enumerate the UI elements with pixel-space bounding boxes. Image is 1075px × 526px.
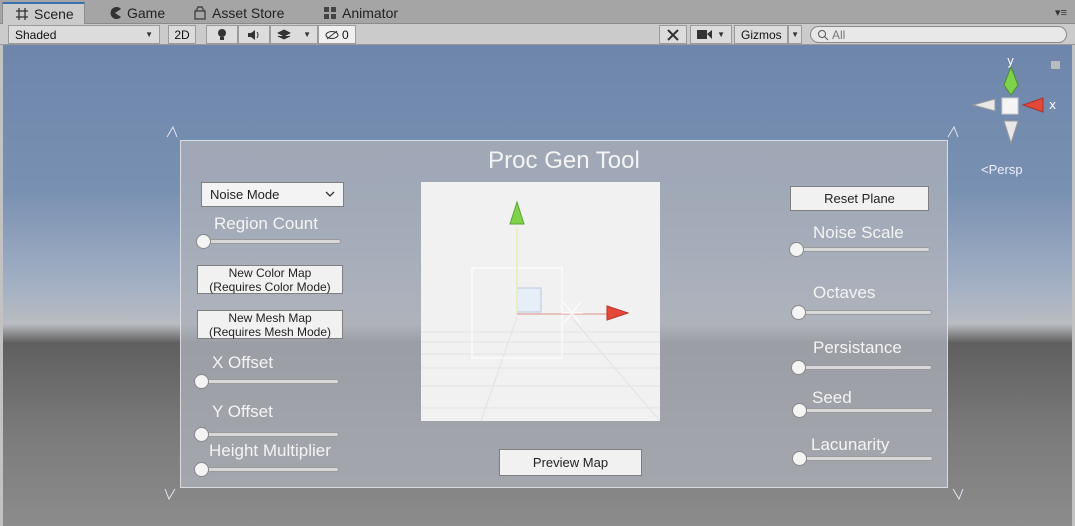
window-tab-bar: Scene Game Asset Store Animator ▾≡ (0, 0, 1075, 24)
tab-animator[interactable]: Animator (311, 2, 408, 24)
tab-animator-label: Animator (342, 5, 399, 21)
hidden-count: 0 (342, 27, 349, 42)
scene-viewport[interactable]: Proc Gen Tool Noise Mode Region Count Ne… (3, 45, 1072, 526)
rect-handle-top-right-icon[interactable] (946, 125, 960, 139)
slider-handle[interactable] (194, 462, 209, 477)
panel-title: Proc Gen Tool (488, 147, 640, 174)
lacunarity-label: Lacunarity (811, 435, 890, 454)
gizmos-dropdown[interactable]: ▼ (788, 25, 802, 44)
store-icon (194, 6, 206, 20)
chevron-left-icon: < (981, 162, 989, 177)
rect-handle-bottom-left-icon[interactable] (163, 487, 177, 501)
search-placeholder: All (832, 27, 846, 42)
slider-handle[interactable] (196, 234, 211, 249)
preview-scene-grid (421, 200, 661, 422)
lacunarity-slider[interactable] (792, 451, 933, 466)
tools-icon (667, 28, 679, 41)
new-mesh-map-button[interactable]: New Mesh Map (Requires Mesh Mode) (197, 310, 343, 339)
chevron-down-icon: ▼ (145, 30, 153, 39)
new-mesh-map-line2: (Requires Mesh Mode) (208, 324, 332, 339)
chevron-down-icon: ▼ (791, 30, 799, 39)
chevron-down-icon: ▼ (303, 30, 311, 39)
audio-toggle-button[interactable] (238, 25, 270, 44)
scene-toolbar: Shaded ▼ 2D ▼ 0 ▼ Gizmos ▼ All (0, 24, 1075, 45)
gizmos-button[interactable]: Gizmos (734, 25, 788, 44)
map-preview-image (421, 182, 661, 422)
region-count-label: Region Count (214, 214, 318, 233)
camera-dropdown[interactable]: ▼ (690, 25, 732, 44)
camera-icon (697, 30, 712, 39)
new-color-map-button[interactable]: New Color Map (Requires Color Mode) (197, 265, 343, 294)
noise-mode-dropdown[interactable]: Noise Mode (201, 182, 344, 207)
region-count-slider[interactable] (196, 234, 341, 249)
eye-slash-icon (325, 30, 339, 39)
chevron-down-icon (325, 191, 335, 197)
seed-slider[interactable] (792, 403, 933, 418)
preview-map-label: Preview Map (532, 454, 609, 470)
tab-scene-label: Scene (34, 6, 74, 22)
tab-scene[interactable]: Scene (2, 2, 85, 24)
persistance-slider[interactable] (791, 360, 932, 375)
grid-icon (16, 8, 28, 20)
tab-game-label: Game (127, 5, 166, 21)
persp-label: Persp (988, 162, 1023, 177)
projection-toggle[interactable]: <Persp (981, 162, 1023, 177)
persistance-label: Persistance (813, 338, 902, 357)
seed-label: Seed (812, 388, 852, 407)
axis-y-label: y (1007, 55, 1014, 68)
noise-scale-label: Noise Scale (813, 223, 904, 242)
y-offset-slider[interactable] (194, 427, 339, 442)
slider-handle[interactable] (791, 360, 806, 375)
noise-mode-label: Noise Mode (210, 187, 280, 202)
lighting-toggle-button[interactable] (206, 25, 238, 44)
tab-asset-store-label: Asset Store (212, 5, 285, 21)
noise-scale-slider[interactable] (789, 242, 930, 257)
rect-handle-bottom-right-icon[interactable] (951, 487, 965, 501)
new-color-map-line2: (Requires Color Mode) (209, 279, 331, 294)
reset-plane-button[interactable]: Reset Plane (790, 186, 929, 211)
search-icon (818, 29, 829, 40)
lightbulb-icon (218, 28, 226, 40)
reset-plane-label: Reset Plane (824, 190, 895, 206)
tab-game[interactable]: Game (96, 2, 175, 24)
tab-options-menu-icon[interactable]: ▾≡ (1055, 6, 1067, 19)
toggle-2d-button[interactable]: 2D (168, 25, 196, 44)
new-mesh-map-line1: New Mesh Map (228, 310, 312, 325)
gizmos-label: Gizmos (741, 27, 782, 42)
hidden-objects-toggle[interactable]: 0 (318, 25, 356, 44)
octaves-label: Octaves (813, 283, 876, 302)
new-color-map-line1: New Color Map (228, 265, 312, 280)
slider-handle[interactable] (194, 427, 209, 442)
slider-handle[interactable] (792, 451, 807, 466)
chevron-down-icon: ▼ (717, 30, 725, 39)
orientation-gizmo-icon[interactable]: y x (971, 55, 1061, 155)
shading-mode-label: Shaded (15, 27, 57, 42)
preview-map-button[interactable]: Preview Map (499, 449, 642, 476)
height-multiplier-label: Height Multiplier (209, 441, 331, 460)
shading-mode-dropdown[interactable]: Shaded ▼ (8, 25, 160, 44)
tab-asset-store[interactable]: Asset Store (181, 2, 294, 24)
y-offset-label: Y Offset (212, 402, 273, 421)
tools-button[interactable] (659, 25, 687, 44)
slider-handle[interactable] (791, 305, 806, 320)
toggle-2d-label: 2D (174, 27, 190, 42)
speaker-icon (248, 29, 259, 40)
slider-handle[interactable] (194, 374, 209, 389)
axis-x-label: x (1049, 98, 1056, 112)
proc-gen-canvas-panel: Proc Gen Tool Noise Mode Region Count Ne… (180, 140, 948, 488)
x-offset-slider[interactable] (194, 374, 339, 389)
octaves-slider[interactable] (791, 305, 932, 320)
rect-handle-top-left-icon[interactable] (165, 125, 179, 139)
effects-dropdown[interactable]: ▼ (270, 25, 318, 44)
layers-icon (277, 28, 291, 40)
x-offset-label: X Offset (212, 353, 274, 372)
slider-handle[interactable] (789, 242, 804, 257)
pacman-icon (110, 7, 121, 20)
scene-search-input[interactable]: All (810, 26, 1067, 43)
height-multiplier-slider[interactable] (194, 462, 339, 477)
animator-icon (324, 7, 336, 19)
slider-handle[interactable] (792, 403, 807, 418)
